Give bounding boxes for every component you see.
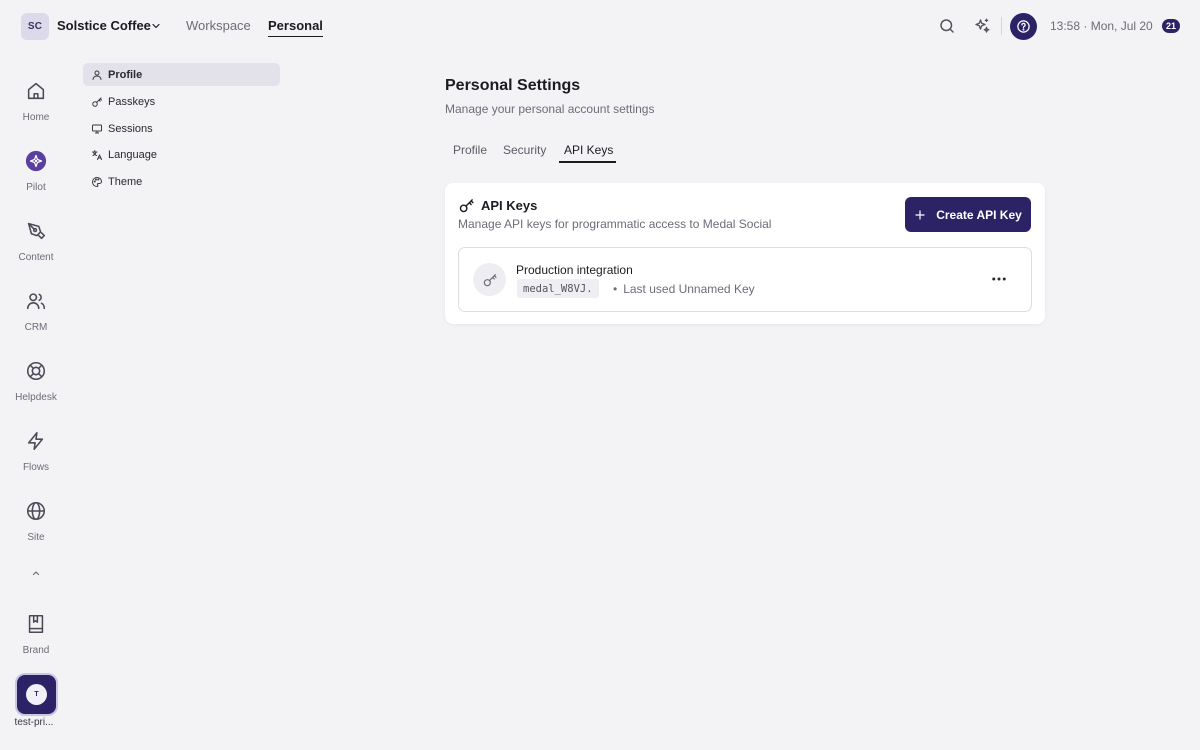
nav-personal[interactable]: Personal (268, 18, 323, 37)
key-icon (459, 199, 474, 213)
rail-item-site[interactable]: Site (0, 500, 72, 543)
help-circle-icon (1017, 20, 1030, 33)
rail-item-content[interactable]: Content (0, 220, 72, 263)
rail-item-pilot[interactable]: Pilot (0, 150, 72, 193)
help-button[interactable] (1010, 13, 1037, 40)
search-icon[interactable] (938, 17, 956, 35)
create-api-key-button[interactable]: Create API Key (905, 197, 1031, 232)
user-icon (92, 70, 102, 80)
active-tab-indicator (559, 161, 616, 163)
tab-profile[interactable]: Profile (453, 143, 487, 157)
chevron-up-icon[interactable] (29, 567, 43, 579)
more-horizontal-icon[interactable] (990, 272, 1008, 286)
home-icon (27, 82, 45, 100)
plus-icon (915, 209, 925, 220)
settings-nav-label: Profile (108, 68, 143, 81)
api-key-last-used: Last used Unnamed Key (623, 282, 755, 296)
settings-nav-passkeys[interactable]: Passkeys (83, 90, 280, 113)
book-icon (28, 614, 44, 634)
life-buoy-icon (26, 361, 46, 381)
tab-api-keys[interactable]: API Keys (564, 143, 613, 157)
settings-nav-label: Language (108, 148, 157, 161)
settings-nav-label: Sessions (108, 122, 153, 135)
sparkles-icon[interactable] (973, 17, 991, 35)
settings-nav-label: Passkeys (108, 95, 156, 108)
page-subtitle: Manage your personal account settings (445, 102, 655, 116)
workspace-avatar[interactable]: SC (21, 13, 49, 40)
pilot-icon (25, 150, 47, 172)
rail-label: Pilot (26, 182, 46, 193)
rail-label: Helpdesk (15, 392, 57, 403)
rail-label: Site (27, 532, 45, 543)
monitor-icon (92, 124, 102, 133)
key-icon (483, 273, 497, 286)
notification-badge[interactable]: 21 (1162, 19, 1180, 33)
api-keys-description: Manage API keys for programmatic access … (458, 217, 772, 231)
rail-label: CRM (24, 322, 48, 333)
pen-tool-icon (27, 222, 46, 240)
zap-icon (27, 431, 44, 451)
rail-label: Brand (22, 645, 50, 656)
api-key-prefix: medal_W8VJ. (517, 279, 599, 298)
create-api-key-label: Create API Key (936, 207, 1022, 222)
key-icon (92, 97, 102, 107)
avatar: T (26, 684, 47, 705)
top-bar: SC Solstice Coffee Workspace Personal 13… (0, 0, 1200, 52)
rail-item-crm[interactable]: CRM (0, 290, 72, 333)
key-avatar (473, 263, 506, 296)
user-label[interactable]: test-pri... (0, 717, 68, 728)
users-icon (26, 293, 46, 310)
api-key-name: Production integration (516, 263, 633, 277)
nav-workspace[interactable]: Workspace (186, 18, 251, 33)
globe-icon (26, 501, 46, 521)
api-keys-card: API Keys Manage API keys for programmati… (445, 183, 1045, 324)
rail-item-brand[interactable]: Brand (0, 613, 72, 656)
rail-label: Flows (22, 462, 50, 473)
languages-icon (92, 149, 102, 160)
page-title: Personal Settings (445, 77, 581, 94)
workspace-name[interactable]: Solstice Coffee (57, 18, 151, 33)
rail-item-home[interactable]: Home (0, 80, 72, 123)
settings-nav-sessions[interactable]: Sessions (83, 117, 280, 140)
palette-icon (92, 176, 103, 187)
rail-label: Home (22, 112, 50, 123)
clock: 13:58 · Mon, Jul 20 (1050, 19, 1153, 33)
rail-label: Content (18, 252, 54, 263)
separator-dot: • (613, 282, 618, 296)
rail-item-flows[interactable]: Flows (0, 430, 72, 473)
chevron-down-icon[interactable] (150, 20, 162, 32)
top-divider (1001, 17, 1002, 35)
settings-nav-profile[interactable]: Profile (83, 63, 280, 86)
rail-item-helpdesk[interactable]: Helpdesk (0, 360, 72, 403)
settings-nav-theme[interactable]: Theme (83, 170, 280, 193)
api-keys-title: API Keys (481, 198, 538, 213)
tab-security[interactable]: Security (503, 143, 546, 157)
user-menu-button[interactable]: T (17, 675, 56, 714)
settings-nav-label: Theme (108, 175, 143, 188)
api-key-meta: • Last used Unnamed Key (613, 282, 755, 296)
api-key-row: Production integration medal_W8VJ. • Last… (458, 247, 1032, 312)
settings-nav-language[interactable]: Language (83, 143, 280, 166)
